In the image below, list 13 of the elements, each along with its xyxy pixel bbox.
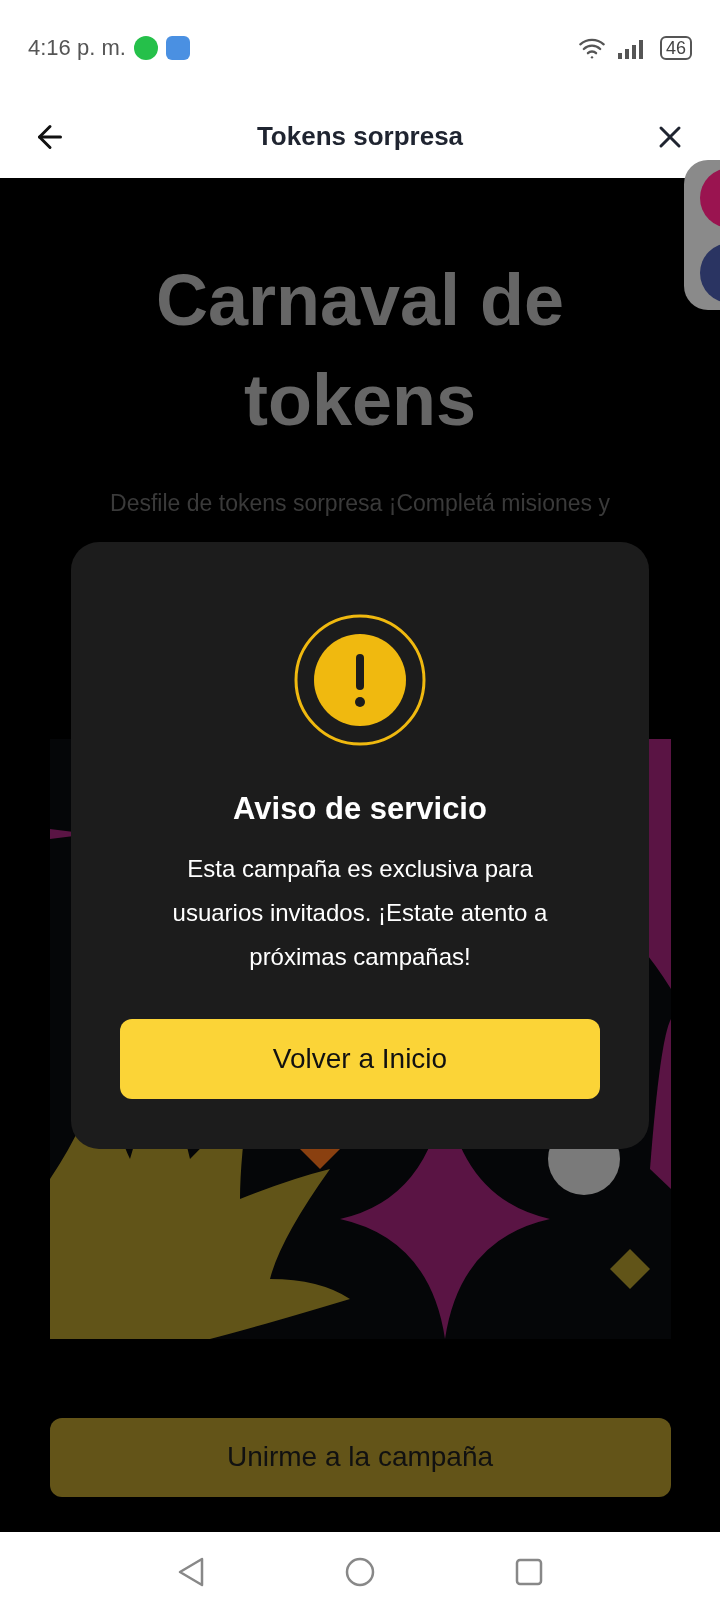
dialog-message: Esta campaña es exclusiva para usuarios invitados. ¡Estate atento a próximas campañas!: [171, 853, 549, 972]
home-button[interactable]: Volver a Inicio: [120, 1018, 600, 1099]
battery-indicator: 46: [659, 35, 692, 60]
page-title: Tokens sorpresa: [256, 120, 464, 153]
back-nav-icon[interactable]: [177, 1557, 205, 1587]
warning-icon: [294, 614, 426, 746]
status-time: 4:16 p. m.: [28, 34, 126, 62]
campaign-subtitle: Desfile de tokens sorpresa ¡Completá misiones y: [110, 489, 610, 518]
dialog-title: Aviso de servicio: [233, 790, 487, 828]
chat-app-icon: [133, 35, 158, 60]
campaign-title: Carnaval de tokens: [154, 259, 566, 442]
home-nav-icon[interactable]: [345, 1557, 375, 1587]
recents-nav-icon[interactable]: [515, 1558, 543, 1586]
